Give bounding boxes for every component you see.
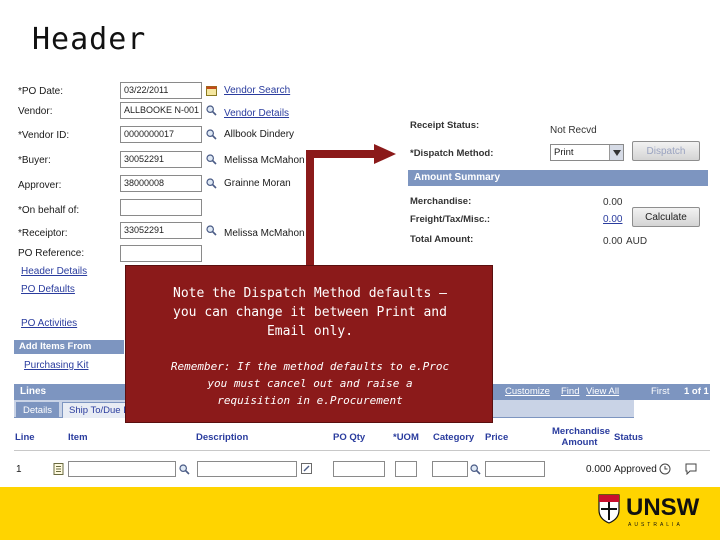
lookup-icon[interactable] xyxy=(205,224,218,237)
callout-arrow-arm xyxy=(306,150,376,158)
price-input[interactable] xyxy=(485,461,545,477)
freight-label: Freight/Tax/Misc.: xyxy=(410,214,491,225)
purchasing-kit-link[interactable]: Purchasing Kit xyxy=(24,360,88,371)
amount-summary-bar: Amount Summary xyxy=(408,170,708,186)
customize-link[interactable]: Customize xyxy=(505,386,550,397)
add-items-from-bar: Add Items From xyxy=(14,340,124,354)
first-link[interactable]: First xyxy=(651,386,669,397)
row-line-number: 1 xyxy=(16,464,22,475)
total-amount-label: Total Amount: xyxy=(410,234,474,245)
chevron-down-icon xyxy=(609,145,623,160)
vendor-search-link[interactable]: Vendor Search xyxy=(224,85,290,96)
lookup-icon[interactable] xyxy=(205,153,218,166)
callout-main-text: Note the Dispatch Method defaults – you … xyxy=(126,284,494,341)
callout-arrow-head xyxy=(374,144,396,164)
dispatch-note-callout: Note the Dispatch Method defaults – you … xyxy=(125,265,493,423)
slide-title: Header xyxy=(32,22,147,57)
unsw-crest-icon xyxy=(598,494,620,524)
unsw-wordmark: UNSW xyxy=(626,494,700,521)
vendor-details-link[interactable]: Vendor Details xyxy=(224,108,289,119)
col-line[interactable]: Line xyxy=(15,432,35,443)
po-qty-input[interactable] xyxy=(333,461,385,477)
po-date-label: *PO Date: xyxy=(18,86,64,97)
on-behalf-of-label: *On behalf of: xyxy=(18,205,80,216)
find-link[interactable]: Find xyxy=(561,386,579,397)
buyer-label: *Buyer: xyxy=(18,155,51,166)
header-details-link[interactable]: Header Details xyxy=(21,266,87,277)
freight-value[interactable]: 0.00 xyxy=(603,214,622,225)
item-details-icon[interactable] xyxy=(52,462,65,475)
col-description[interactable]: Description xyxy=(196,432,248,443)
vendor-label: Vendor: xyxy=(18,106,53,117)
schedule-icon[interactable] xyxy=(658,462,671,475)
callout-main-line: Note the Dispatch Method defaults – xyxy=(173,286,447,301)
uom-input[interactable] xyxy=(395,461,417,477)
calculate-button[interactable]: Calculate xyxy=(632,207,700,227)
callout-reminder-text: Remember: If the method defaults to e.Pr… xyxy=(126,358,494,409)
receipt-status-label: Receipt Status: xyxy=(410,120,480,131)
tab-details[interactable]: Details xyxy=(16,402,60,418)
approver-label: Approver: xyxy=(18,180,62,191)
dispatch-method-value: Print xyxy=(554,147,574,158)
po-reference-label: PO Reference: xyxy=(18,248,85,259)
dispatch-method-select[interactable]: Print xyxy=(550,144,624,161)
po-activities-link[interactable]: PO Activities xyxy=(21,318,77,329)
receiptor-label: *Receiptor: xyxy=(18,228,68,239)
on-behalf-of-field[interactable] xyxy=(120,199,202,216)
grid-header-divider xyxy=(14,450,710,451)
lookup-icon[interactable] xyxy=(469,463,482,476)
callout-note-line: Remember: If the method defaults to e.Pr… xyxy=(170,360,450,373)
callout-note-line: you must cancel out and raise a xyxy=(207,377,413,390)
col-category[interactable]: Category xyxy=(433,432,474,443)
col-item[interactable]: Item xyxy=(68,432,88,443)
unsw-logo: UNSW AUSTRALIA xyxy=(598,494,710,534)
callout-main-line: Email only. xyxy=(266,324,354,339)
item-input[interactable] xyxy=(68,461,176,477)
buyer-name: Melissa McMahon xyxy=(224,155,305,166)
approver-name: Grainne Moran xyxy=(224,178,291,189)
receiptor-name: Melissa McMahon xyxy=(224,228,305,239)
row-amount: 0.000 xyxy=(586,464,612,475)
po-date-field[interactable]: 03/22/2011 xyxy=(120,82,202,99)
col-price[interactable]: Price xyxy=(485,432,508,443)
lookup-icon[interactable] xyxy=(205,104,218,117)
currency-code: AUD xyxy=(626,236,648,247)
col-uom[interactable]: *UOM xyxy=(393,432,419,443)
col-merchandise-amount[interactable]: Merchandise Amount xyxy=(552,426,610,448)
page-indicator: 1 of 1 xyxy=(684,386,709,397)
dispatch-method-label: *Dispatch Method: xyxy=(410,148,494,159)
merchandise-value: 0.00 xyxy=(603,197,623,208)
buyer-field[interactable]: 30052291 xyxy=(120,151,202,168)
unsw-sub-wordmark: AUSTRALIA xyxy=(628,522,683,528)
edit-description-icon[interactable] xyxy=(300,462,313,475)
lookup-icon[interactable] xyxy=(205,128,218,141)
vendor-name: Allbook Dindery xyxy=(224,129,295,140)
vendor-field[interactable]: ALLBOOKE N-001 xyxy=(120,102,202,119)
view-all-link[interactable]: View All xyxy=(586,386,619,397)
po-reference-field[interactable] xyxy=(120,245,202,262)
receiptor-field[interactable]: 33052291 xyxy=(120,222,202,239)
merchandise-label: Merchandise: xyxy=(410,196,472,207)
category-input[interactable] xyxy=(432,461,468,477)
total-amount-value: 0.00 xyxy=(603,236,623,247)
col-po-qty[interactable]: PO Qty xyxy=(333,432,365,443)
approver-field[interactable]: 38000008 xyxy=(120,175,202,192)
callout-arrow-shaft xyxy=(306,150,314,268)
receipt-status-value: Not Recvd xyxy=(550,125,597,136)
col-status[interactable]: Status xyxy=(614,432,643,443)
po-defaults-link[interactable]: PO Defaults xyxy=(21,284,75,295)
row-status: Approved xyxy=(614,464,657,475)
lookup-icon[interactable] xyxy=(178,463,191,476)
dispatch-button[interactable]: Dispatch xyxy=(632,141,700,161)
comment-icon[interactable] xyxy=(684,462,697,475)
vendor-id-field[interactable]: 0000000017 xyxy=(120,126,202,143)
calendar-icon[interactable] xyxy=(205,84,218,97)
callout-main-line: you can change it between Print and xyxy=(173,305,447,320)
description-input[interactable] xyxy=(197,461,297,477)
callout-note-line: requisition in e.Procurement xyxy=(217,394,403,407)
lookup-icon[interactable] xyxy=(205,177,218,190)
vendor-id-label: *Vendor ID: xyxy=(18,130,70,141)
